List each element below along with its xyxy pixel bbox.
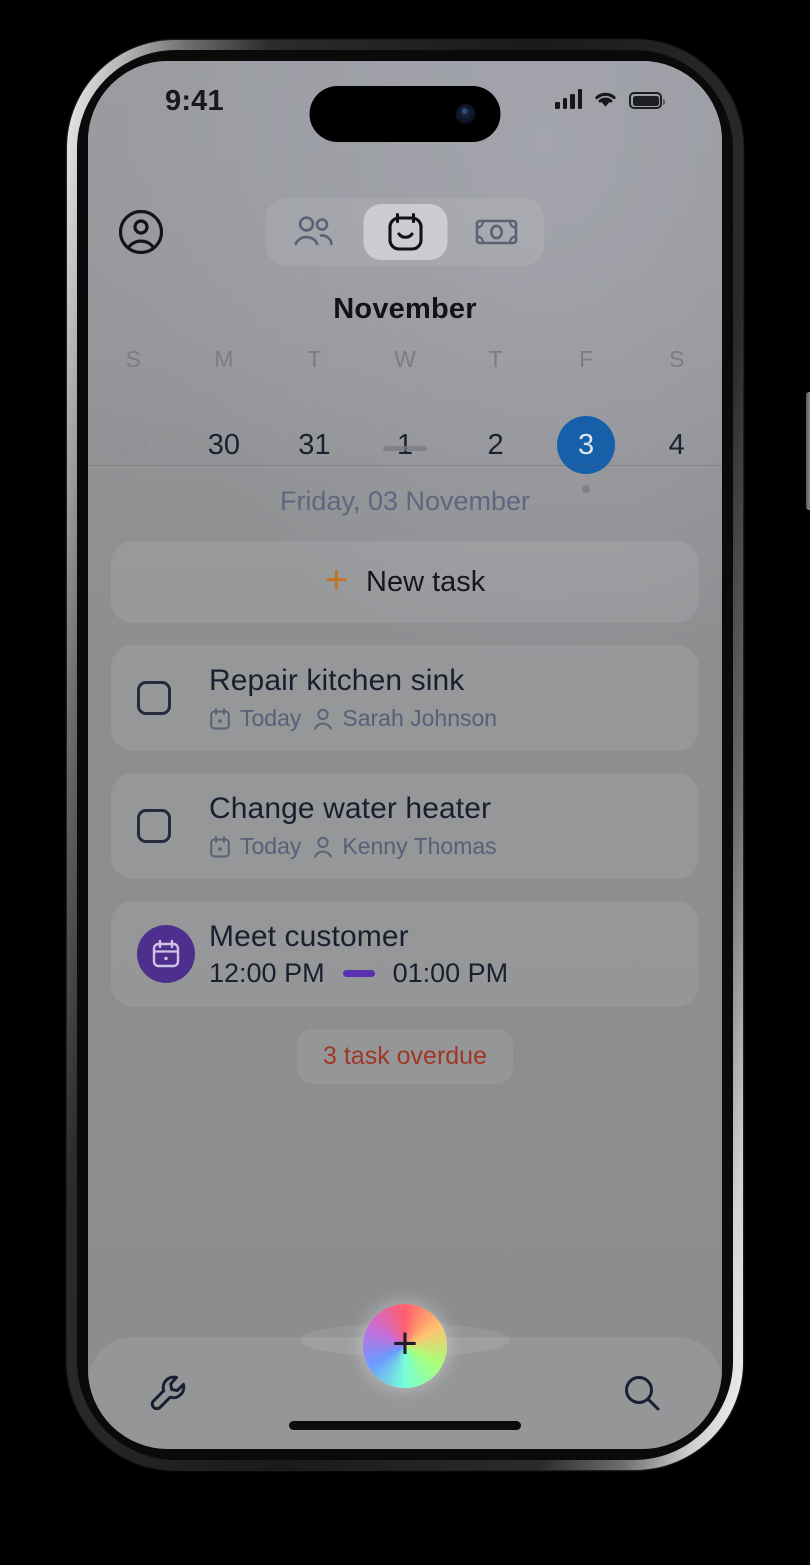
screenshot-stage: 9:41 November S M T W T F S 29 30 31 1 2… — [0, 0, 810, 1565]
search-icon — [620, 1371, 664, 1415]
avatar[interactable] — [112, 203, 170, 261]
phone-device-frame: 9:41 November S M T W T F S 29 30 31 1 2… — [67, 40, 810, 1470]
calendar-month-label: November — [333, 293, 477, 325]
task-assignee-label: Kenny Thomas — [342, 833, 497, 859]
section-divider — [88, 465, 722, 466]
task-meta: Today Kenny Thomas — [209, 833, 673, 860]
task-checkbox[interactable] — [137, 681, 171, 715]
power-button[interactable] — [806, 392, 810, 510]
new-task-button[interactable]: + New task — [111, 541, 699, 623]
task-due-label: Today — [240, 705, 302, 731]
task-title: Change water heater — [209, 792, 492, 825]
task-row[interactable]: Change water heater Today Kenny Thomas — [111, 773, 699, 879]
task-assignee-label: Sarah Johnson — [342, 705, 498, 731]
tools-button[interactable] — [140, 1365, 196, 1421]
event-end-time: 01:00 PM — [392, 957, 509, 988]
signal-bars-icon — [555, 89, 582, 109]
calendar-day-cell[interactable]: 2 — [450, 413, 541, 477]
segment-money[interactable] — [455, 204, 539, 260]
plus-icon: + — [324, 558, 349, 602]
calendar-week-strip: November S M T W T F S 29 30 31 1 2 3 4 — [88, 283, 722, 493]
calendar-day-cell[interactable]: 29 — [88, 413, 179, 477]
task-due: Today — [209, 705, 301, 732]
weekday-label: F — [579, 346, 594, 372]
segment-contacts[interactable] — [272, 204, 356, 260]
task-body: Repair kitchen sink Today Sarah Johnson — [209, 664, 673, 732]
view-segmented-control[interactable] — [265, 198, 545, 266]
weekday-label: M — [214, 346, 234, 372]
task-lead — [137, 809, 209, 843]
task-due-label: Today — [240, 833, 302, 859]
calendar-smile-icon — [385, 211, 425, 253]
calendar-day-cell-selected[interactable]: 3 — [541, 413, 632, 493]
calendar-day-cell[interactable]: 1 — [360, 413, 451, 477]
add-button[interactable]: + — [363, 1304, 447, 1388]
calendar-dot-icon — [209, 707, 231, 731]
status-badge[interactable]: 3 task overdue — [297, 1029, 513, 1084]
event-row[interactable]: Meet customer 12:00 PM 01:00 PM — [111, 901, 699, 1007]
dynamic-island — [309, 86, 501, 142]
task-body: Change water heater Today Kenny Thomas — [209, 792, 673, 860]
time-range-dash-icon — [342, 969, 375, 977]
drag-handle[interactable] — [383, 446, 427, 451]
event-time-range: 12:00 PM 01:00 PM — [209, 958, 673, 989]
calendar-event-icon — [137, 925, 195, 983]
weekday-label: T — [488, 346, 503, 372]
calendar-day-cell[interactable]: 30 — [179, 413, 270, 477]
weekday-label: S — [669, 346, 685, 372]
status-bar-time: 9:41 — [165, 85, 224, 117]
person-icon — [313, 707, 333, 731]
event-title: Meet customer — [209, 919, 409, 953]
new-task-label: New task — [366, 565, 486, 598]
task-meta: Today Sarah Johnson — [209, 705, 673, 732]
wifi-icon — [592, 89, 619, 109]
selected-date-label: Friday, 03 November — [279, 486, 531, 516]
segment-calendar[interactable] — [363, 204, 447, 260]
front-camera-icon — [455, 104, 476, 124]
weekday-label: W — [394, 346, 416, 372]
calendar-dot-icon — [209, 835, 231, 859]
phone-screen: 9:41 November S M T W T F S 29 30 31 1 2… — [88, 61, 722, 1449]
task-due: Today — [209, 833, 301, 860]
event-body: Meet customer 12:00 PM 01:00 PM — [209, 920, 673, 989]
task-row[interactable]: Repair kitchen sink Today Sarah Johnson — [111, 645, 699, 751]
calendar-weekday-row: S M T W T F S — [88, 346, 722, 373]
overdue-row: 3 task overdue — [111, 1029, 699, 1084]
search-button[interactable] — [614, 1365, 670, 1421]
task-lead — [137, 681, 209, 715]
home-indicator[interactable] — [289, 1421, 521, 1430]
calendar-day-cell[interactable]: 31 — [269, 413, 360, 477]
task-assignee: Kenny Thomas — [313, 833, 497, 860]
task-title: Repair kitchen sink — [209, 664, 465, 697]
banknote-icon — [475, 217, 519, 247]
event-start-time: 12:00 PM — [209, 957, 325, 988]
battery-icon — [629, 92, 665, 109]
person-icon — [313, 835, 333, 859]
calendar-day-cell[interactable]: 4 — [631, 413, 722, 477]
event-lead — [137, 925, 209, 983]
status-bar-indicators — [555, 89, 665, 109]
weekday-label: S — [125, 346, 141, 372]
weekday-label: T — [307, 346, 322, 372]
user-circle-icon — [117, 208, 165, 256]
add-icon: + — [392, 1318, 418, 1368]
task-checkbox[interactable] — [137, 809, 171, 843]
app-top-bar — [88, 191, 722, 273]
task-assignee: Sarah Johnson — [313, 705, 497, 732]
wrench-icon — [146, 1371, 190, 1415]
people-icon — [293, 215, 335, 249]
task-list: + New task Repair kitchen sink Today Sar… — [111, 541, 699, 1084]
